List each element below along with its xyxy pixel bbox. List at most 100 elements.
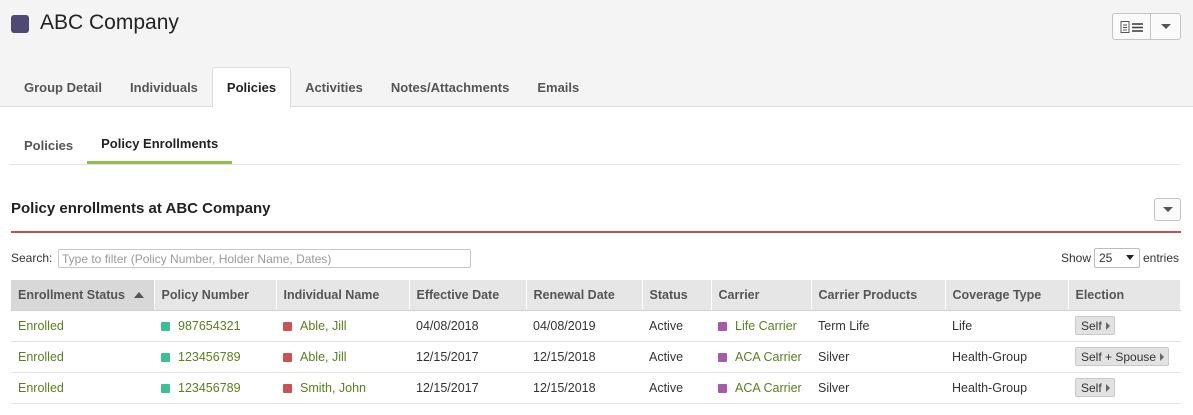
policy-marker-icon xyxy=(161,321,170,331)
caret-right-icon xyxy=(1160,352,1165,361)
enrollment-status-link[interactable]: Enrolled xyxy=(18,319,64,333)
chevron-down-icon xyxy=(1160,24,1171,29)
col-label: Individual Name xyxy=(283,287,380,302)
caret-right-icon xyxy=(1105,383,1110,392)
policy-status: Active xyxy=(642,310,711,342)
policy-marker-icon xyxy=(161,352,170,362)
report-button-group xyxy=(1112,13,1181,40)
individual-name-link[interactable]: Able, Jill xyxy=(300,350,347,364)
page-size-value: 25 xyxy=(1099,251,1113,265)
table-row: Enrolled 987654321 Able, Jill 04/08/2018… xyxy=(11,310,1181,342)
col-policy-number[interactable]: Policy Number xyxy=(154,280,277,311)
tab-individuals[interactable]: Individuals xyxy=(116,67,212,107)
carrier-products: Silver xyxy=(811,372,945,404)
report-list-icon xyxy=(1120,20,1143,33)
search-label: Search: xyxy=(11,251,53,265)
election-label: Self xyxy=(1081,380,1102,395)
tab-activities[interactable]: Activities xyxy=(291,67,377,107)
table-row: Enrolled 123456789 Able, Jill 12/15/2017… xyxy=(11,341,1181,373)
sort-ascending-icon xyxy=(133,291,144,298)
carrier-products: Term Life xyxy=(811,310,945,342)
carrier-link[interactable]: ACA Carrier xyxy=(735,350,802,364)
tab-group-detail[interactable]: Group Detail xyxy=(10,67,116,107)
col-election[interactable]: Election xyxy=(1068,280,1181,311)
election-label: Self xyxy=(1081,318,1102,333)
renewal-date: 12/15/2018 xyxy=(526,341,642,373)
carrier-marker-icon xyxy=(718,383,727,393)
policy-status: Active xyxy=(642,341,711,373)
col-enrollment-status[interactable]: Enrollment Status xyxy=(11,280,155,311)
table-row: Enrolled 123456789 Smith, John 12/15/201… xyxy=(11,372,1181,404)
policy-number-link[interactable]: 123456789 xyxy=(178,350,241,364)
policy-status: Active xyxy=(642,372,711,404)
company-title: ABC Company xyxy=(40,11,179,34)
col-carrier[interactable]: Carrier xyxy=(711,280,812,311)
col-label: Carrier xyxy=(718,287,760,302)
effective-date: 04/08/2018 xyxy=(409,310,526,342)
carrier-marker-icon xyxy=(718,352,727,362)
subtab-policies[interactable]: Policies xyxy=(10,126,87,164)
carrier-marker-icon xyxy=(718,321,727,331)
company-color-icon xyxy=(11,15,29,33)
coverage-type: Health-Group xyxy=(945,341,1068,373)
col-individual-name[interactable]: Individual Name xyxy=(276,280,410,311)
renewal-date: 12/15/2018 xyxy=(526,372,642,404)
enrollments-table: Enrollment Status Policy Number Individu… xyxy=(11,280,1181,404)
col-label: Effective Date xyxy=(416,287,500,302)
effective-date: 12/15/2017 xyxy=(409,372,526,404)
individual-marker-icon xyxy=(283,352,292,362)
section-menu-button[interactable] xyxy=(1154,198,1181,221)
individual-name-link[interactable]: Smith, John xyxy=(300,381,366,395)
col-status[interactable]: Status xyxy=(642,280,712,311)
show-label: Show xyxy=(1061,251,1092,265)
page-size-select[interactable]: 25 xyxy=(1094,248,1140,268)
col-label: Election xyxy=(1075,287,1125,302)
report-list-button[interactable] xyxy=(1113,14,1151,39)
col-renewal-date[interactable]: Renewal Date xyxy=(526,280,643,311)
carrier-link[interactable]: ACA Carrier xyxy=(735,381,802,395)
election-button[interactable]: Self xyxy=(1075,378,1115,397)
individual-marker-icon xyxy=(283,321,292,331)
col-label: Status xyxy=(649,287,688,302)
renewal-date: 04/08/2019 xyxy=(526,310,642,342)
select-caret-icon xyxy=(1126,255,1134,260)
tab-policies[interactable]: Policies xyxy=(211,67,292,108)
col-label: Carrier Products xyxy=(818,287,918,302)
carrier-link[interactable]: Life Carrier xyxy=(735,319,797,333)
col-label: Policy Number xyxy=(161,287,250,302)
entries-label: entries xyxy=(1143,251,1180,265)
section-divider xyxy=(11,231,1181,233)
chevron-down-icon xyxy=(1162,207,1173,212)
coverage-type: Health-Group xyxy=(945,372,1068,404)
col-carrier-products[interactable]: Carrier Products xyxy=(811,280,946,311)
policy-number-link[interactable]: 987654321 xyxy=(178,319,241,333)
carrier-products: Silver xyxy=(811,341,945,373)
enrollment-status-link[interactable]: Enrolled xyxy=(18,381,64,395)
policy-marker-icon xyxy=(161,383,170,393)
col-coverage-type[interactable]: Coverage Type xyxy=(945,280,1069,311)
effective-date: 12/15/2017 xyxy=(409,341,526,373)
table-header-row: Enrollment Status Policy Number Individu… xyxy=(11,280,1181,311)
individual-name-link[interactable]: Able, Jill xyxy=(300,319,347,333)
col-effective-date[interactable]: Effective Date xyxy=(409,280,527,311)
enrollment-status-link[interactable]: Enrolled xyxy=(18,350,64,364)
caret-right-icon xyxy=(1105,321,1110,330)
tab-notes-attachments[interactable]: Notes/Attachments xyxy=(377,67,523,107)
page-header: ABC Company Group Detail Individuals Pol… xyxy=(0,0,1193,108)
sub-tabs: Policies Policy Enrollments xyxy=(10,126,1180,165)
coverage-type: Life xyxy=(945,310,1068,342)
election-label: Self + Spouse xyxy=(1081,349,1157,364)
policy-number-link[interactable]: 123456789 xyxy=(178,381,241,395)
search-input[interactable] xyxy=(58,249,471,268)
subtab-policy-enrollments[interactable]: Policy Enrollments xyxy=(87,126,233,164)
main-tabs: Group Detail Individuals Policies Activi… xyxy=(10,67,593,108)
section-title: Policy enrollments at ABC Company xyxy=(11,200,271,217)
election-button[interactable]: Self xyxy=(1075,316,1115,335)
col-label: Coverage Type xyxy=(952,287,1042,302)
col-label: Renewal Date xyxy=(533,287,615,302)
col-label: Enrollment Status xyxy=(18,287,125,302)
individual-marker-icon xyxy=(283,383,292,393)
tab-emails[interactable]: Emails xyxy=(523,67,593,107)
election-button[interactable]: Self + Spouse xyxy=(1075,347,1170,366)
header-dropdown-button[interactable] xyxy=(1151,14,1180,39)
